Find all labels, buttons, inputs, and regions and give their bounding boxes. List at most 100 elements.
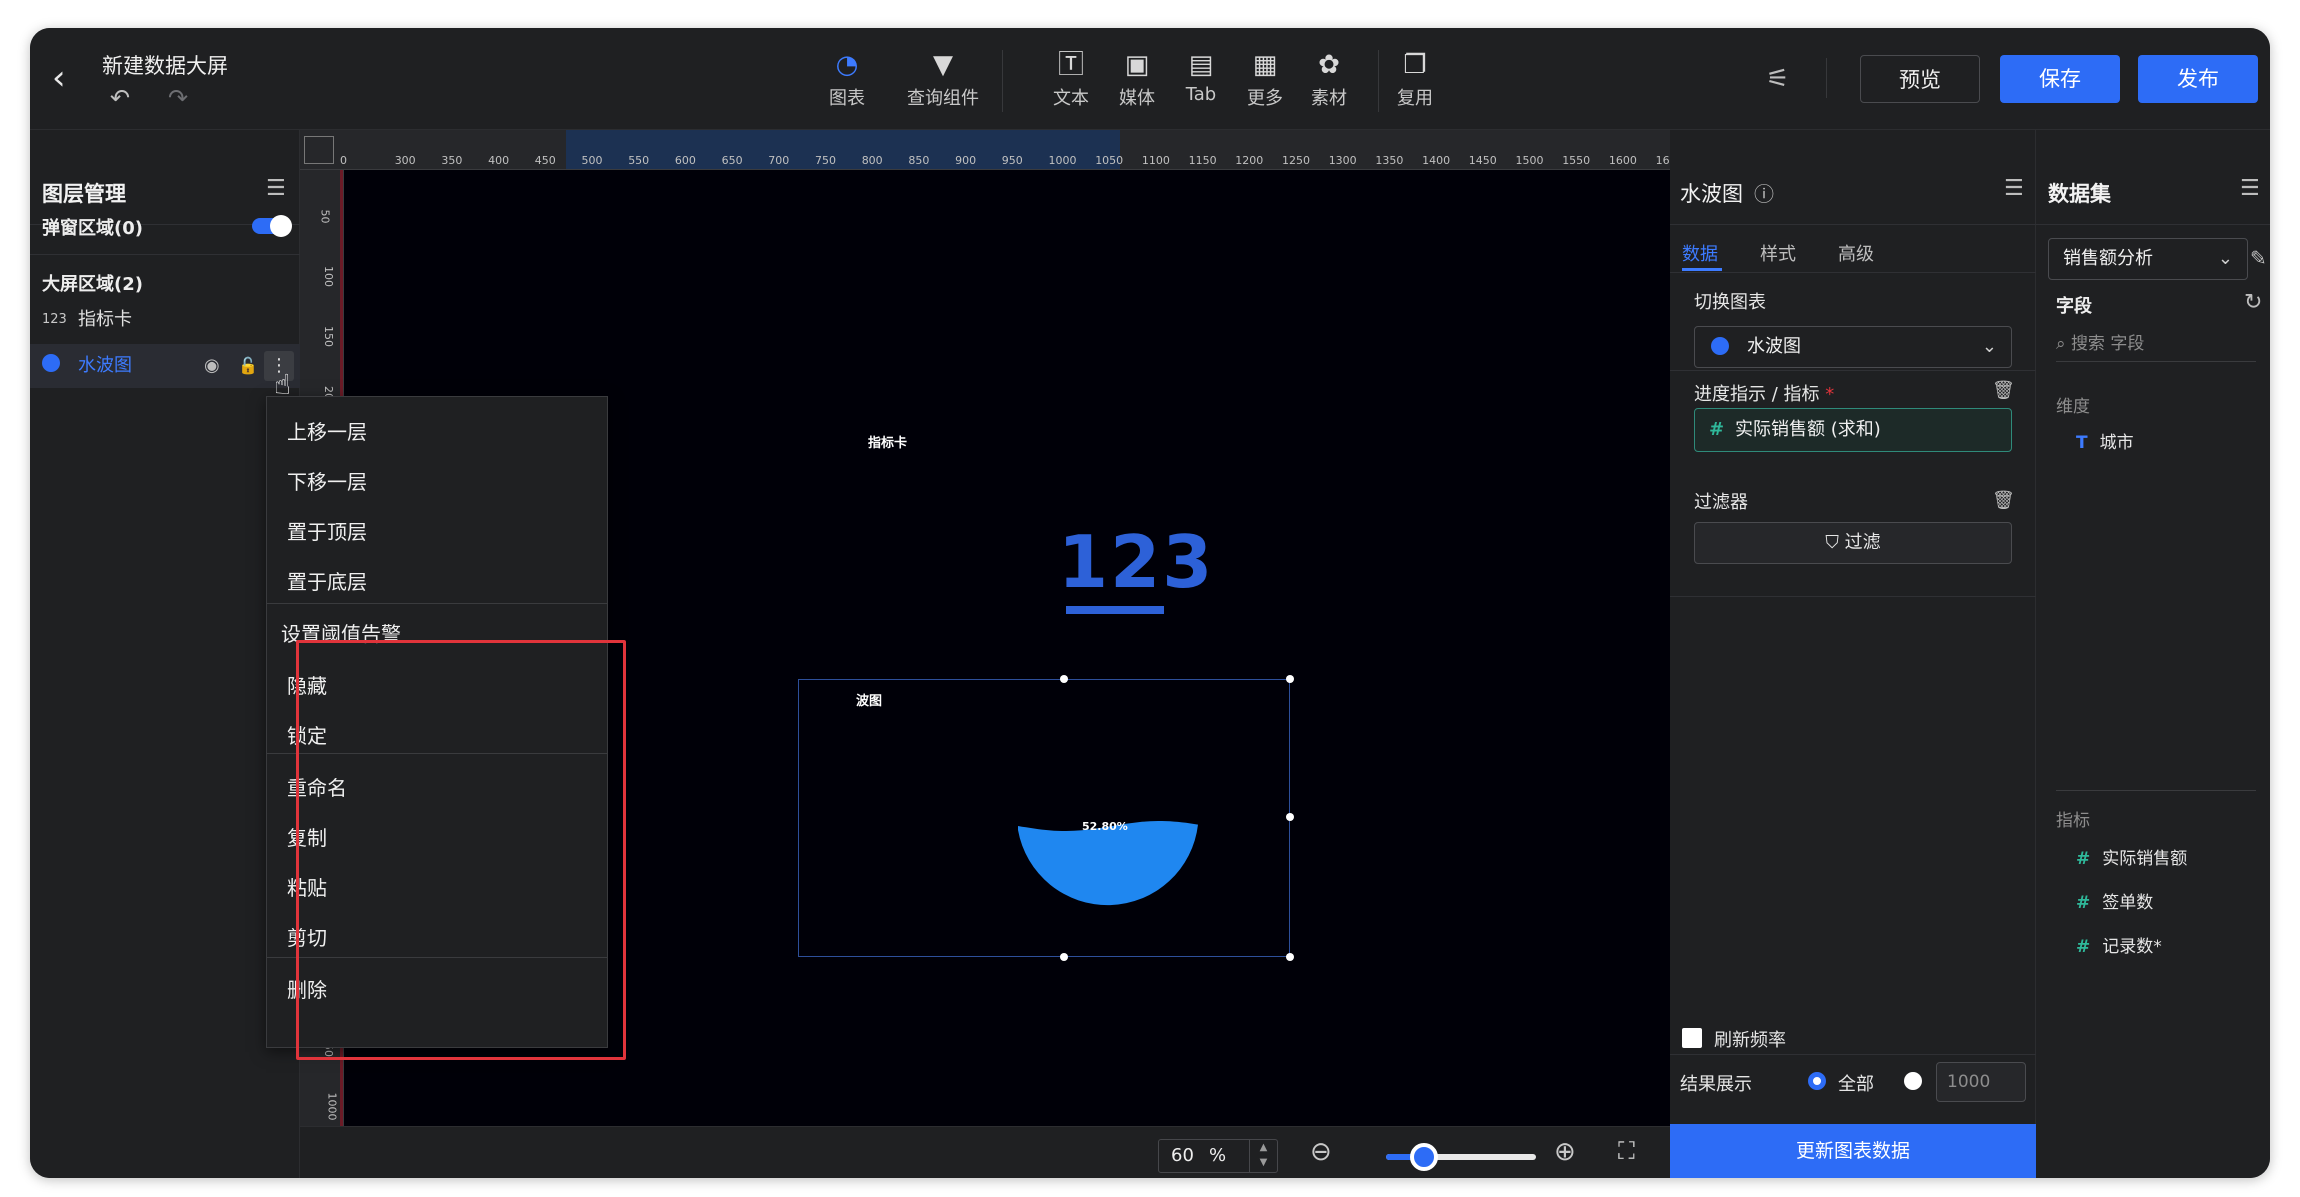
divider	[1670, 272, 2036, 273]
ruler-tick: 1350	[1375, 154, 1404, 167]
fit-screen-icon[interactable]: ⛶	[1618, 1137, 1635, 1165]
resize-handle[interactable]	[1286, 813, 1294, 821]
ruler-tick: 50	[318, 209, 332, 224]
layer-item-kpi[interactable]: 123 指标卡	[30, 298, 300, 342]
divider	[2056, 790, 2256, 791]
lock-icon[interactable]: 🔓	[238, 344, 258, 388]
publish-button[interactable]: 发布	[2138, 55, 2258, 103]
funnel-icon: ▼	[933, 50, 953, 80]
tool-reuse[interactable]: ❐ 复用	[1372, 48, 1458, 110]
tool-more-label: 更多	[1247, 88, 1283, 109]
zoom-value: 60	[1171, 1145, 1194, 1166]
info-icon[interactable]: ⓘ	[1754, 178, 1774, 207]
context-menu-item[interactable]: 下移一层	[267, 457, 607, 507]
ruler-tick: 0	[340, 154, 347, 167]
layer-panel-title: 图层管理	[42, 182, 126, 206]
preview-button[interactable]: 预览	[1860, 55, 1980, 103]
eye-icon[interactable]: ◉	[204, 344, 220, 388]
tab-style[interactable]: 样式	[1760, 240, 1796, 266]
metric-value: 实际销售额 (求和)	[1735, 419, 1881, 440]
wave-icon	[42, 344, 60, 388]
radio-limit[interactable]	[1904, 1072, 1922, 1090]
limit-input[interactable]: 1000	[1936, 1062, 2026, 1102]
text-type-icon: T	[2076, 433, 2088, 453]
ruler-tick: 1300	[1328, 154, 1357, 167]
top-toolbar: ‹ 新建数据大屏 ↶ ↷ ◔ 图表 ▼ 查询组件 🅃 文本 ▣ 媒体 ▤ Tab…	[30, 28, 2270, 130]
context-menu-divider	[267, 603, 607, 604]
menu-icon[interactable]: ☰	[2240, 176, 2260, 201]
metric-item[interactable]: # 记录数*	[2076, 932, 2162, 957]
resize-handle[interactable]	[1286, 953, 1294, 961]
edit-icon[interactable]: ✎	[2250, 246, 2267, 270]
update-chart-button[interactable]: 更新图表数据	[1670, 1124, 2036, 1178]
ruler-tick: 950	[1001, 154, 1023, 167]
ruler-tick: 1600	[1608, 154, 1637, 167]
page-title: 新建数据大屏	[102, 54, 228, 78]
ruler-tick: 1250	[1282, 154, 1310, 167]
metric-item[interactable]: # 实际销售额	[2076, 844, 2187, 869]
config-panel: 水波图 ⓘ ☰ 数据 样式 高级 切换图表 水波图 ⌄ 进度指示 / 指标 * …	[1670, 130, 2036, 1178]
zoom-in-icon[interactable]: ⊕	[1554, 1137, 1576, 1167]
field-search-input[interactable]: ⌕ 搜索 字段	[2056, 326, 2256, 362]
redo-icon[interactable]: ↷	[168, 84, 188, 112]
menu-icon[interactable]: ☰	[266, 176, 286, 201]
zoom-slider-thumb[interactable]	[1410, 1143, 1438, 1171]
filter-label: 过滤器	[1694, 492, 1748, 513]
ruler-tick: 650	[721, 154, 743, 167]
dimension-group-label: 维度	[2056, 397, 2090, 417]
ruler-tick: 1200	[1235, 154, 1264, 167]
refresh-icon[interactable]: ↻	[2244, 290, 2262, 315]
zoom-bar: 60 % ▲ ▼ ⊖ ⊕ ⛶	[300, 1126, 1670, 1178]
filter-button[interactable]: ⛉ 过滤	[1694, 522, 2012, 564]
wave-fill	[1018, 821, 1198, 906]
undo-icon[interactable]: ↶	[110, 84, 130, 112]
ruler-tick: 900	[955, 154, 977, 167]
dimension-item[interactable]: T 城市	[2076, 428, 2134, 453]
trash-icon[interactable]: 🗑	[1992, 490, 2015, 511]
resize-handle[interactable]	[1060, 953, 1068, 961]
ruler-tick: 350	[441, 154, 463, 167]
layer-label: 指标卡	[78, 309, 132, 330]
popup-toggle[interactable]	[252, 215, 292, 237]
ruler-tick: 1400	[1422, 154, 1451, 167]
ruler-tick: 500	[581, 154, 603, 167]
fields-label: 字段	[2056, 296, 2092, 317]
tab-data[interactable]: 数据	[1682, 240, 1718, 266]
layer-item-wave[interactable]: 水波图 ◉ 🔓 ⋮	[30, 344, 300, 388]
ruler-tick: 1650	[1655, 154, 1670, 167]
chart-type-select[interactable]: 水波图 ⌄	[1694, 326, 2012, 368]
ruler-tick: 1000	[1048, 154, 1077, 167]
divider	[1670, 370, 2036, 371]
tool-material[interactable]: ✿ 素材	[1286, 48, 1372, 110]
tool-reuse-label: 复用	[1397, 88, 1433, 109]
stepper-icon[interactable]: ▲ ▼	[1249, 1140, 1277, 1172]
refresh-checkbox[interactable]	[1682, 1028, 1702, 1048]
dataset-select[interactable]: 销售额分析 ⌄	[2048, 238, 2248, 280]
menu-icon[interactable]: ☰	[2004, 176, 2024, 201]
context-menu-item[interactable]: 上移一层	[267, 407, 607, 457]
radio-all[interactable]	[1808, 1072, 1826, 1090]
back-arrow-icon[interactable]: ‹	[52, 58, 92, 98]
tool-query[interactable]: ▼ 查询组件	[900, 48, 986, 110]
metric-field[interactable]: # 实际销售额 (求和)	[1694, 408, 2012, 452]
resize-handle[interactable]	[1060, 675, 1068, 683]
context-menu-item[interactable]: 置于顶层	[267, 507, 607, 557]
tool-chart[interactable]: ◔ 图表	[804, 48, 890, 110]
zoom-input[interactable]: 60 % ▲ ▼	[1158, 1139, 1278, 1173]
sliders-icon[interactable]: ⚟	[1766, 64, 1789, 94]
kpi-card-value[interactable]: 123	[1058, 520, 1214, 604]
resize-handle[interactable]	[1286, 675, 1294, 683]
zoom-out-icon[interactable]: ⊖	[1310, 1137, 1332, 1167]
number-icon: 123	[42, 312, 67, 327]
ruler-tick: 800	[861, 154, 883, 167]
trash-icon[interactable]: 🗑	[1992, 380, 2015, 401]
hash-icon: #	[1709, 419, 1725, 440]
ruler-tick: 450	[534, 154, 556, 167]
metric-item[interactable]: # 签单数	[2076, 888, 2153, 913]
save-button[interactable]: 保存	[2000, 55, 2120, 103]
context-menu-item[interactable]: 置于底层	[267, 557, 607, 607]
toolbar-divider	[1002, 50, 1003, 112]
ruler-tick: 1450	[1468, 154, 1497, 167]
tab-advanced[interactable]: 高级	[1838, 240, 1874, 266]
radio-all-label: 全部	[1838, 1074, 1874, 1095]
